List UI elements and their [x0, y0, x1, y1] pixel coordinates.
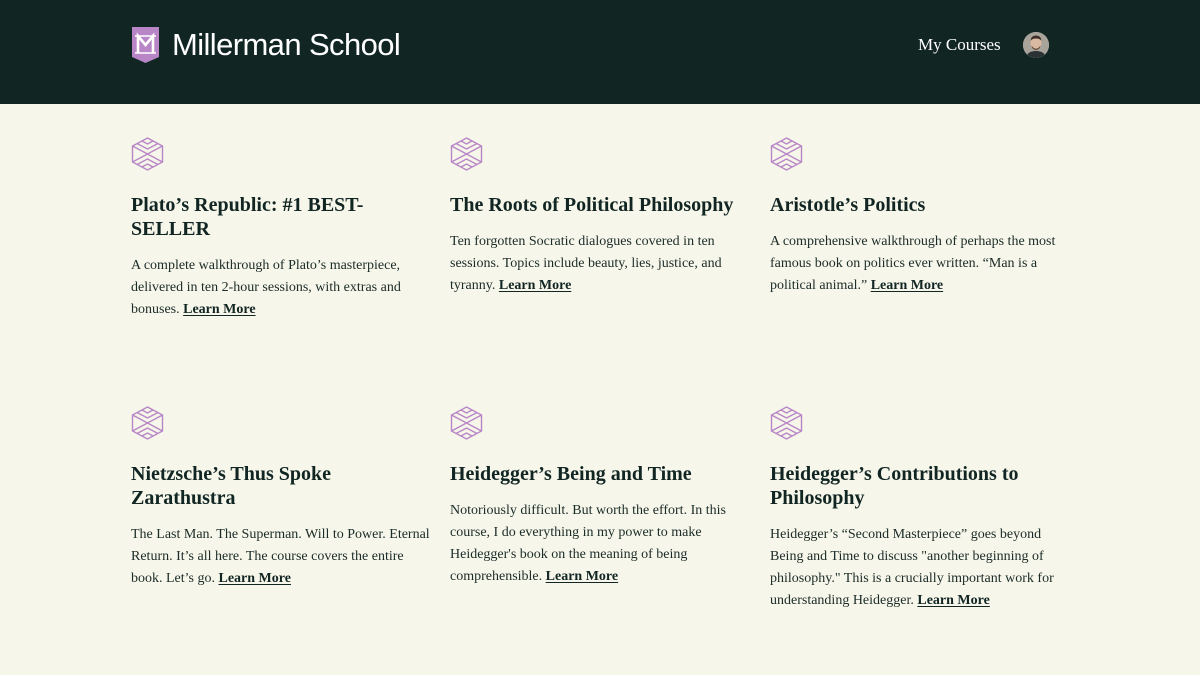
millerman-logo-icon — [132, 27, 159, 63]
course-title: Plato’s Republic: #1 BEST-SELLER — [131, 194, 364, 240]
learn-more-link[interactable]: Learn More — [219, 571, 291, 586]
learn-more-link[interactable]: Learn More — [871, 278, 943, 293]
course-description: Ten forgotten Socratic dialogues covered… — [450, 231, 750, 297]
course-card: Plato’s Republic: #1 BEST-SELLER A compl… — [131, 137, 431, 321]
user-avatar[interactable] — [1023, 32, 1049, 58]
course-title: The Roots of Political Philosophy — [450, 194, 734, 216]
brand-name: Millerman School — [172, 27, 401, 62]
brand-home-link[interactable]: Millerman School — [131, 26, 401, 64]
course-title: Heidegger’s Being and Time — [450, 463, 692, 485]
course-description: The Last Man. The Superman. Will to Powe… — [131, 524, 431, 590]
hexagon-star-icon — [131, 406, 164, 440]
learn-more-link[interactable]: Learn More — [499, 278, 571, 293]
site-header: Millerman School My Courses — [0, 0, 1200, 104]
nav-my-courses-link[interactable]: My Courses — [918, 34, 1001, 56]
hexagon-star-icon — [770, 406, 803, 440]
hexagon-star-icon — [450, 137, 483, 171]
course-description: A complete walkthrough of Plato’s master… — [131, 255, 431, 321]
learn-more-link[interactable]: Learn More — [183, 302, 255, 317]
avatar-image — [1023, 32, 1049, 58]
course-description: Heidegger’s “Second Masterpiece” goes be… — [770, 524, 1070, 612]
course-description: Notoriously difficult. But worth the eff… — [450, 500, 750, 588]
course-card: The Roots of Political Philosophy Ten fo… — [450, 137, 750, 297]
course-card: Heidegger’s Contributions to Philosophy … — [770, 406, 1070, 612]
hexagon-star-icon — [450, 406, 483, 440]
course-title: Aristotle’s Politics — [770, 194, 926, 216]
learn-more-link[interactable]: Learn More — [917, 593, 989, 608]
course-card: Nietzsche’s Thus Spoke Zarathustra The L… — [131, 406, 431, 590]
hexagon-star-icon — [770, 137, 803, 171]
course-title: Nietzsche’s Thus Spoke Zarathustra — [131, 463, 332, 509]
learn-more-link[interactable]: Learn More — [546, 569, 618, 584]
course-card: Heidegger’s Being and Time Notoriously d… — [450, 406, 750, 588]
course-description-text: A complete walkthrough of Plato’s master… — [131, 258, 401, 317]
course-description: A comprehensive walkthrough of perhaps t… — [770, 231, 1070, 297]
course-description-text: Heidegger’s “Second Masterpiece” goes be… — [770, 527, 1054, 608]
course-description-text: Ten forgotten Socratic dialogues covered… — [450, 234, 722, 293]
hexagon-star-icon — [131, 137, 164, 171]
course-card: Aristotle’s Politics A comprehensive wal… — [770, 137, 1070, 297]
course-title: Heidegger’s Contributions to Philosophy — [770, 463, 1019, 509]
